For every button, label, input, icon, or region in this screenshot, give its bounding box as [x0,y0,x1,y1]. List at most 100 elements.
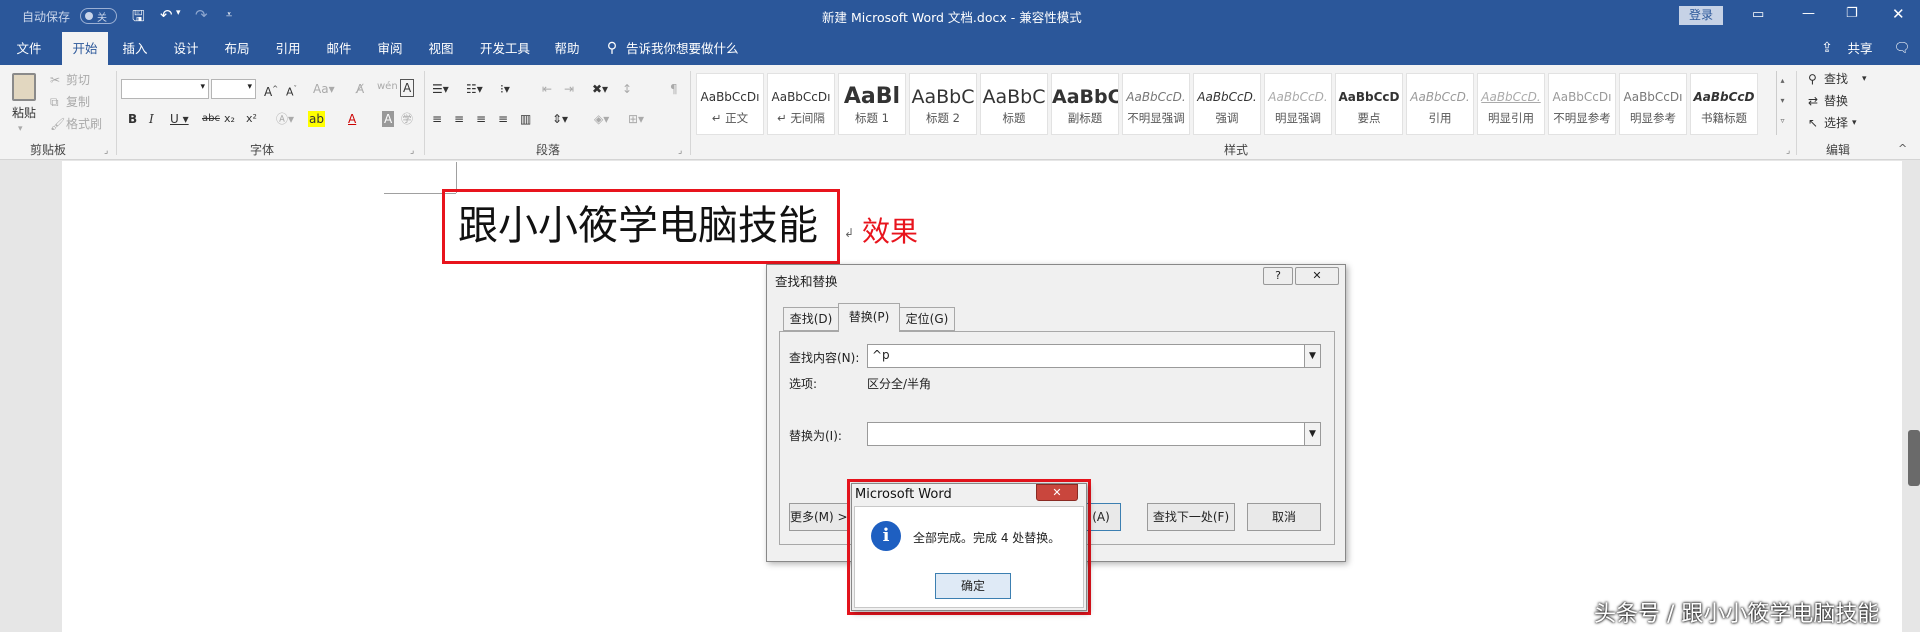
tab-insert[interactable]: 插入 [114,32,156,65]
subscript-icon[interactable]: x₂ [224,111,235,127]
tab-mailings[interactable]: 邮件 [318,32,360,65]
sort-icon[interactable]: ↕ [622,81,632,97]
underline-icon[interactable]: U ▾ [170,111,189,127]
shading-icon[interactable]: ◈▾ [594,111,609,127]
select-button[interactable]: 选择 [1824,115,1848,131]
font-size-box[interactable]: ▾ [211,79,256,99]
bullets-icon[interactable]: ☰▾ [432,81,449,97]
highlight-icon[interactable]: ab [308,111,325,127]
tab-goto[interactable]: 定位(G) [899,307,955,331]
share-button[interactable]: 共享 [1840,32,1880,65]
paragraph-launcher-icon[interactable]: ⌟ [678,143,682,159]
styles-scroll[interactable]: ▴ ▾ ▿ [1776,71,1788,135]
copy-icon[interactable]: ⧉ [50,94,59,110]
tab-file[interactable]: 文件 [8,32,50,65]
tab-replace[interactable]: 替换(P) [838,303,900,332]
align-left-icon[interactable]: ≡ [432,111,442,127]
tab-home[interactable]: 开始 [62,32,108,65]
close-icon[interactable]: ✕ [1892,5,1905,23]
more-button[interactable]: 更多(M) >> [789,503,849,531]
font-name-box[interactable]: ▾ [121,79,209,99]
replace-icon[interactable]: ⇄ [1808,93,1818,109]
find-icon[interactable]: ⚲ [1808,71,1817,87]
style-intense-reference[interactable]: AaBbCcDı 明显参考 [1619,73,1687,135]
italic-icon[interactable]: I [149,111,154,127]
numbering-icon[interactable]: ☷▾ [466,81,483,97]
shrink-font-icon[interactable]: Aˇ [286,81,297,101]
select-dropdown-icon[interactable]: ▾ [1852,115,1857,131]
dialog-close-icon[interactable]: ✕ [1295,267,1339,285]
enclose-characters-icon[interactable]: ㊫ [401,111,413,127]
justify-icon[interactable]: ≡ [498,111,508,127]
ok-button[interactable]: 确定 [935,573,1011,599]
font-color-icon[interactable]: A [348,111,356,127]
superscript-icon[interactable]: x² [246,111,257,127]
text-effects-icon[interactable]: Ⓐ▾ [276,111,294,127]
copy-button[interactable]: 复制 [66,94,90,110]
comments-icon[interactable]: 🗨 [1890,32,1914,65]
clear-formatting-icon[interactable]: A̸ [356,81,364,97]
style-intense-quote[interactable]: AaBbCcD. 明显引用 [1477,73,1545,135]
style-no-spacing[interactable]: AaBbCcDı ↵ 无间隔 [767,73,835,135]
msgbox-close-icon[interactable]: ✕ [1036,484,1078,501]
bold-icon[interactable]: B [128,111,137,127]
restore-icon[interactable]: ❐ [1846,6,1858,21]
style-heading-2[interactable]: AaBbC 标题 2 [909,73,977,135]
cancel-button[interactable]: 取消 [1247,503,1321,531]
style-subtle-reference[interactable]: AaBbCcDı 不明显参考 [1548,73,1616,135]
find-dropdown-icon[interactable]: ▾ [1862,71,1867,87]
find-button[interactable]: 查找 [1824,71,1848,87]
find-dropdown-arrow-icon[interactable]: ▼ [1304,345,1320,367]
undo-dropdown-icon[interactable]: ▾ [176,8,181,18]
paste-dropdown-icon[interactable]: ▾ [18,121,23,137]
tab-review[interactable]: 审阅 [369,32,411,65]
tab-references[interactable]: 引用 [267,32,309,65]
multilevel-list-icon[interactable]: ⁝▾ [500,81,510,97]
font-launcher-icon[interactable]: ⌟ [410,143,414,159]
character-shading-icon[interactable]: A [382,111,395,127]
style-strong[interactable]: AaBbCcD 要点 [1335,73,1403,135]
ribbon-display-options-icon[interactable]: ▭ [1752,7,1764,22]
style-book-title[interactable]: AaBbCcD 书籍标题 [1690,73,1758,135]
style-emphasis[interactable]: AaBbCcD. 强调 [1193,73,1261,135]
save-icon[interactable]: 🖫 [132,6,145,31]
phonetic-guide-icon[interactable]: wén [377,79,398,95]
style-subtle-emphasis[interactable]: AaBbCcD. 不明显强调 [1122,73,1190,135]
decrease-indent-icon[interactable]: ⇤ [542,81,552,97]
tab-layout[interactable]: 布局 [216,32,258,65]
show-marks-icon[interactable]: ¶ [670,81,678,97]
select-icon[interactable]: ↖ [1808,115,1818,131]
format-painter-icon[interactable]: 🖌 [50,116,65,132]
align-right-icon[interactable]: ≡ [476,111,486,127]
paste-button[interactable]: 粘贴 [12,105,36,121]
style-subtitle[interactable]: AaBbC 副标题 [1051,73,1119,135]
align-center-icon[interactable]: ≡ [454,111,464,127]
replace-button[interactable]: 替换 [1824,93,1848,109]
tab-find[interactable]: 查找(D) [783,307,839,331]
style-normal[interactable]: AaBbCcDı ↵ 正文 [696,73,764,135]
document-main-text[interactable]: 跟小小筱学电脑技能 [458,202,818,250]
change-case-icon[interactable]: Aa▾ [313,81,335,97]
character-border-icon[interactable]: A [400,79,415,97]
replace-with-input[interactable]: ▼ [867,422,1321,446]
help-icon[interactable]: ? [1263,267,1293,285]
undo-icon[interactable]: ↶ [160,6,173,24]
redo-icon[interactable]: ↷ [195,6,208,24]
collapse-ribbon-icon[interactable]: ^ [1898,141,1907,157]
vertical-scroll-thumb[interactable] [1908,430,1920,486]
find-next-button[interactable]: 查找下一处(F) [1147,503,1235,531]
customize-qat-icon[interactable]: ⩡ [226,8,232,22]
tell-me-box[interactable]: 告诉我你想要做什么 [626,32,739,65]
format-painter-button[interactable]: 格式刷 [66,116,102,132]
tab-help[interactable]: 帮助 [546,32,588,65]
cut-button[interactable]: 剪切 [66,72,90,88]
find-what-input[interactable]: ^p ▼ [867,344,1321,368]
styles-launcher-icon[interactable]: ⌟ [1786,143,1790,159]
style-title[interactable]: AaBbC 标题 [980,73,1048,135]
style-intense-emphasis[interactable]: AaBbCcD. 明显强调 [1264,73,1332,135]
borders-icon[interactable]: ⊞▾ [628,111,644,127]
strikethrough-icon[interactable]: abc [202,111,220,127]
replace-dropdown-arrow-icon[interactable]: ▼ [1304,423,1320,445]
tab-view[interactable]: 视图 [420,32,462,65]
increase-indent-icon[interactable]: ⇥ [564,81,574,97]
